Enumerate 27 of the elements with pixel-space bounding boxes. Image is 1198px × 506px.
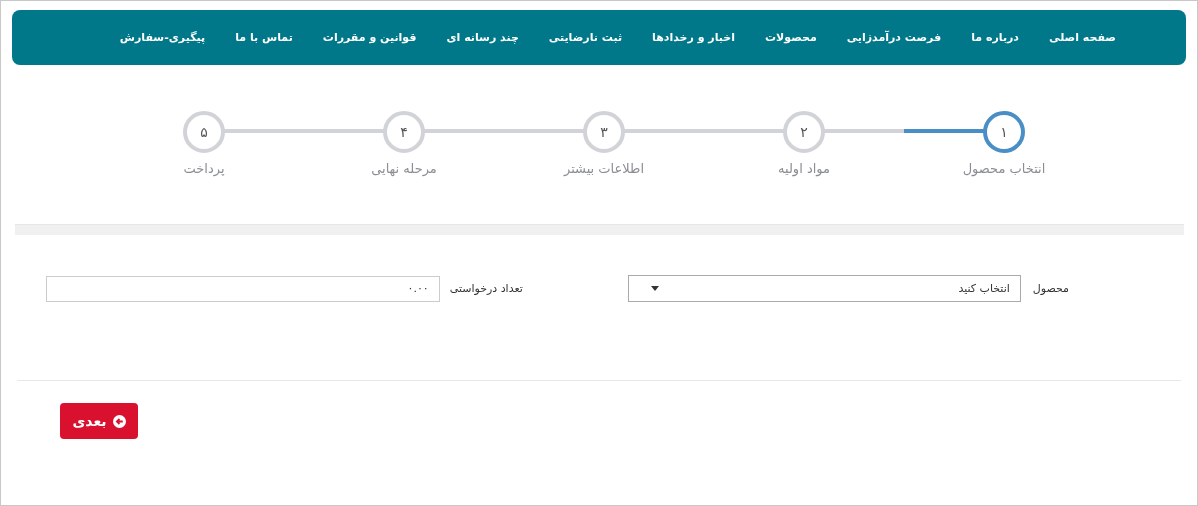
step-circle: ۲ xyxy=(783,111,825,153)
nav-link[interactable]: چند رسانه ای xyxy=(446,31,519,44)
field-label: تعداد درخواستی xyxy=(449,282,523,295)
nav-link[interactable]: فرصت درآمدزایی xyxy=(846,31,942,44)
step-label: اطلاعات بیشتر xyxy=(564,161,645,176)
nav-link[interactable]: تماس با ما xyxy=(235,31,293,44)
nav-link[interactable]: ثبت نارضایتی xyxy=(548,31,623,44)
step-label: پرداخت xyxy=(183,161,225,176)
nav-link[interactable]: محصولات xyxy=(765,31,817,44)
caret-icon xyxy=(650,286,659,291)
product-dropdown[interactable]: انتخاب کنید xyxy=(627,275,1021,302)
step-circle: ۱ xyxy=(983,111,1025,153)
field-label: محصول xyxy=(1032,282,1069,295)
next-button[interactable]: بعدی xyxy=(60,403,138,439)
step-circle: ۴ xyxy=(383,111,425,153)
step-circle: ۳ xyxy=(583,111,625,153)
nav-link[interactable]: پیگیری-سفارش xyxy=(119,31,206,44)
arrow-icon xyxy=(112,414,126,428)
quantity-field[interactable]: ۰.۰۰ xyxy=(45,275,440,302)
nav-link[interactable]: اخبار و رخدادها xyxy=(652,31,735,44)
step-label: مواد اولیه xyxy=(778,161,830,176)
step-label: انتخاب محصول xyxy=(962,161,1046,176)
step-circle: ۵ xyxy=(183,111,225,153)
step-label: مرحله نهایی xyxy=(371,161,437,176)
nav-link[interactable]: قوانین و مقررات xyxy=(322,31,417,44)
nav-link[interactable]: درباره ما xyxy=(971,31,1019,44)
nav-link[interactable]: صفحه اصلی xyxy=(1049,31,1116,44)
